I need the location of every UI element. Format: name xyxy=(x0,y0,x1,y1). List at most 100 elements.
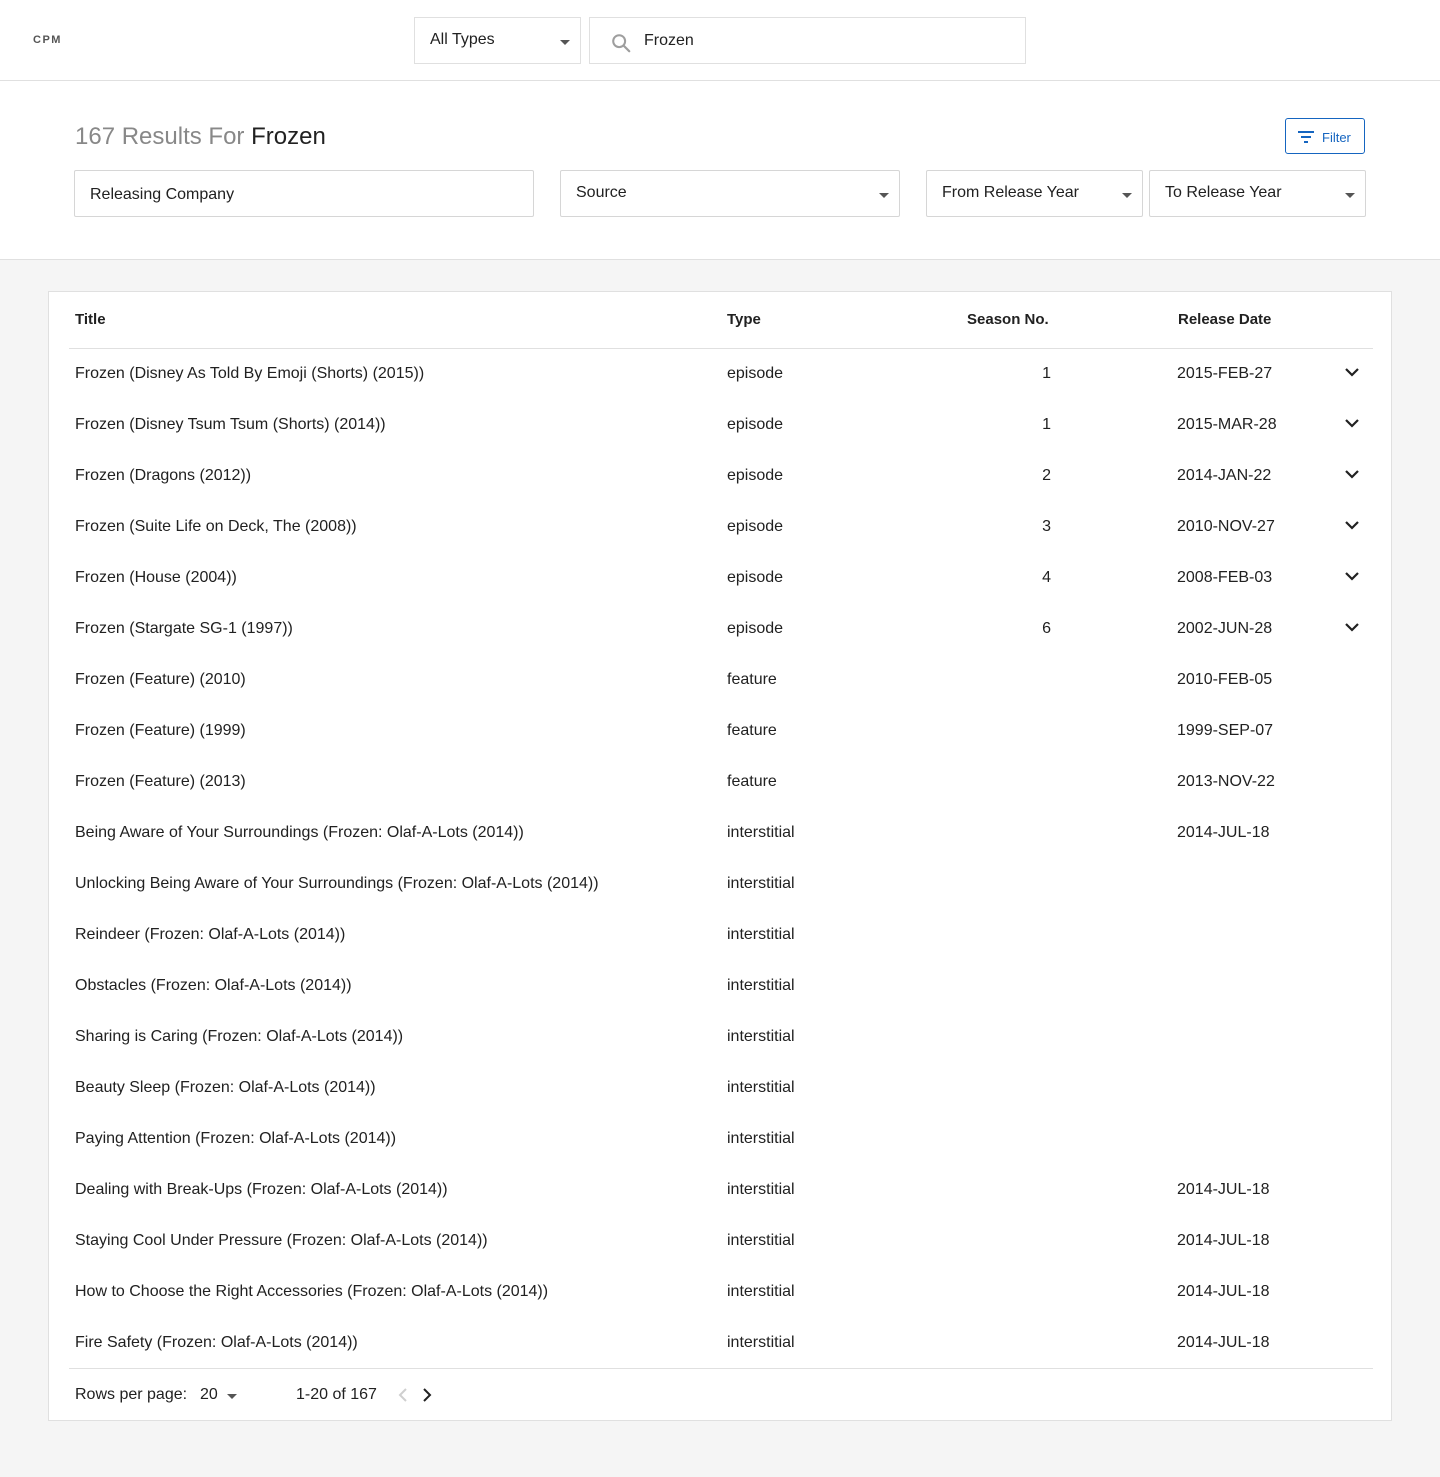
caret-down-icon xyxy=(560,40,570,45)
chevron-left-icon[interactable] xyxy=(397,1387,409,1403)
row-type: episode xyxy=(727,365,784,382)
search-input[interactable] xyxy=(644,28,1004,54)
row-title: Frozen (Disney Tsum Tsum (Shorts) (2014)… xyxy=(75,416,386,433)
row-type: episode xyxy=(727,467,784,484)
caret-down-icon xyxy=(1122,193,1132,198)
results-query: Frozen xyxy=(251,123,326,150)
rows-per-page-select[interactable]: 20 xyxy=(200,1386,218,1404)
table-row[interactable]: Being Aware of Your Surroundings (Frozen… xyxy=(49,808,1393,859)
column-header-title[interactable]: Title xyxy=(75,311,106,328)
search-box[interactable] xyxy=(589,17,1026,64)
chevron-down-icon[interactable] xyxy=(1344,366,1360,378)
chevron-down-icon[interactable] xyxy=(1344,570,1360,582)
table-row[interactable]: Sharing is Caring (Frozen: Olaf-A-Lots (… xyxy=(49,1012,1393,1063)
from-release-year-select[interactable]: From Release Year xyxy=(926,170,1143,217)
row-season: 4 xyxy=(1042,569,1051,586)
row-title: Dealing with Break-Ups (Frozen: Olaf-A-L… xyxy=(75,1181,448,1198)
row-type: feature xyxy=(727,671,777,688)
row-type: episode xyxy=(727,416,784,433)
table-row[interactable]: Frozen (Suite Life on Deck, The (2008)) e… xyxy=(49,502,1393,553)
type-select-value: All Types xyxy=(430,31,495,48)
filter-button[interactable]: Filter xyxy=(1285,118,1365,154)
rows-per-page-label: Rows per page: xyxy=(75,1386,188,1403)
row-season: 1 xyxy=(1042,416,1051,433)
table-row[interactable]: Paying Attention (Frozen: Olaf-A-Lots (2… xyxy=(49,1114,1393,1165)
table-row[interactable]: Frozen (Disney Tsum Tsum (Shorts) (2014)… xyxy=(49,400,1393,451)
row-title: Obstacles (Frozen: Olaf-A-Lots (2014)) xyxy=(75,977,352,994)
page-range: 1-20 of 167 xyxy=(296,1386,377,1403)
row-release-date: 2010-FEB-05 xyxy=(1177,671,1273,688)
row-type: interstitial xyxy=(727,824,795,841)
to-release-year-select[interactable]: To Release Year xyxy=(1149,170,1366,217)
caret-down-icon[interactable] xyxy=(227,1394,237,1399)
table-row[interactable]: Dealing with Break-Ups (Frozen: Olaf-A-L… xyxy=(49,1165,1393,1216)
table-row[interactable]: Frozen (Dragons (2012)) episode 2 2014-JAN-… xyxy=(49,451,1393,502)
row-title: Paying Attention (Frozen: Olaf-A-Lots (2… xyxy=(75,1130,397,1147)
row-title: Frozen (Suite Life on Deck, The (2008)) xyxy=(75,518,357,535)
type-select[interactable]: All Types xyxy=(414,17,581,64)
table-row[interactable]: Staying Cool Under Pressure (Frozen: Ola… xyxy=(49,1216,1393,1267)
row-release-date: 2014-JUL-18 xyxy=(1177,1232,1270,1249)
row-type: feature xyxy=(727,773,777,790)
chevron-down-icon[interactable] xyxy=(1344,468,1360,480)
row-title: Fire Safety (Frozen: Olaf-A-Lots (2014)) xyxy=(75,1334,358,1351)
releasing-company-label: Releasing Company xyxy=(90,186,235,203)
table-row[interactable]: Frozen (House (2004)) episode 4 2008-FEB-03 xyxy=(49,553,1393,604)
table-row[interactable]: How to Choose the Right Accessories (Fro… xyxy=(49,1267,1393,1318)
table-row[interactable]: Frozen (Disney As Told By Emoji (Shorts)… xyxy=(49,349,1393,400)
row-release-date: 2002-JUN-28 xyxy=(1177,620,1273,637)
row-type: interstitial xyxy=(727,1079,795,1096)
row-title: Frozen (Feature) (2013) xyxy=(75,773,246,790)
table-row[interactable]: Reindeer (Frozen: Olaf-A-Lots (2014)) int… xyxy=(49,910,1393,961)
row-type: interstitial xyxy=(727,977,795,994)
row-title: Frozen (Dragons (2012)) xyxy=(75,467,252,484)
to-release-year-label: To Release Year xyxy=(1165,184,1282,201)
table-row[interactable]: Obstacles (Frozen: Olaf-A-Lots (2014)) in… xyxy=(49,961,1393,1012)
column-header-type[interactable]: Type xyxy=(727,311,761,328)
table-row[interactable]: Beauty Sleep (Frozen: Olaf-A-Lots (2014)… xyxy=(49,1063,1393,1114)
row-type: episode xyxy=(727,620,784,637)
chevron-down-icon[interactable] xyxy=(1344,417,1360,429)
row-type: interstitial xyxy=(727,1028,795,1045)
row-release-date: 2014-JUL-18 xyxy=(1177,1181,1270,1198)
chevron-down-icon[interactable] xyxy=(1344,621,1360,633)
app-logo[interactable]: CPM xyxy=(33,34,62,46)
row-type: interstitial xyxy=(727,1181,795,1198)
table-row[interactable]: Frozen (Stargate SG-1 (1997)) episode 6 200… xyxy=(49,604,1393,655)
table-row[interactable]: Frozen (Feature) (1999) feature 1999-SEP-0… xyxy=(49,706,1393,757)
table-row[interactable]: Frozen (Feature) (2010) feature 2010-FEB-0… xyxy=(49,655,1393,706)
filter-icon xyxy=(1298,131,1314,143)
row-release-date: 2014-JUL-18 xyxy=(1177,824,1270,841)
row-season: 1 xyxy=(1042,365,1051,382)
column-header-release-date[interactable]: Release Date xyxy=(1178,311,1271,328)
caret-down-icon xyxy=(1345,193,1355,198)
results-table: Title Type Season No. Release Date Froze… xyxy=(48,291,1392,1421)
search-icon xyxy=(612,34,631,53)
results-count: 167 xyxy=(75,123,116,150)
row-season: 3 xyxy=(1042,518,1051,535)
row-release-date: 2014-JUL-18 xyxy=(1177,1283,1270,1300)
releasing-company-input[interactable]: Releasing Company xyxy=(74,170,534,217)
chevron-down-icon[interactable] xyxy=(1344,519,1360,531)
source-select[interactable]: Source xyxy=(560,170,900,217)
row-type: feature xyxy=(727,722,777,739)
row-release-date: 2008-FEB-03 xyxy=(1177,569,1273,586)
row-title: Reindeer (Frozen: Olaf-A-Lots (2014)) xyxy=(75,926,346,943)
table-row[interactable]: Fire Safety (Frozen: Olaf-A-Lots (2014))… xyxy=(49,1318,1393,1369)
row-title: Frozen (Feature) (2010) xyxy=(75,671,246,688)
row-release-date: 1999-SEP-07 xyxy=(1177,722,1274,739)
row-release-date: 2015-MAR-28 xyxy=(1177,416,1277,433)
row-title: Frozen (House (2004)) xyxy=(75,569,237,586)
results-label: Results For xyxy=(121,123,245,150)
row-type: episode xyxy=(727,569,784,586)
row-title: Beauty Sleep (Frozen: Olaf-A-Lots (2014)… xyxy=(75,1079,376,1096)
row-title: Frozen (Disney As Told By Emoji (Shorts)… xyxy=(75,365,425,382)
table-row[interactable]: Frozen (Feature) (2013) feature 2013-NOV-2… xyxy=(49,757,1393,808)
column-header-season[interactable]: Season No. xyxy=(967,311,1049,328)
row-title: Sharing is Caring (Frozen: Olaf-A-Lots (… xyxy=(75,1028,404,1045)
from-release-year-label: From Release Year xyxy=(942,184,1079,201)
chevron-right-icon[interactable] xyxy=(421,1387,433,1403)
row-type: interstitial xyxy=(727,926,795,943)
row-title: Frozen (Stargate SG-1 (1997)) xyxy=(75,620,293,637)
table-row[interactable]: Unlocking Being Aware of Your Surroundin… xyxy=(49,859,1393,910)
